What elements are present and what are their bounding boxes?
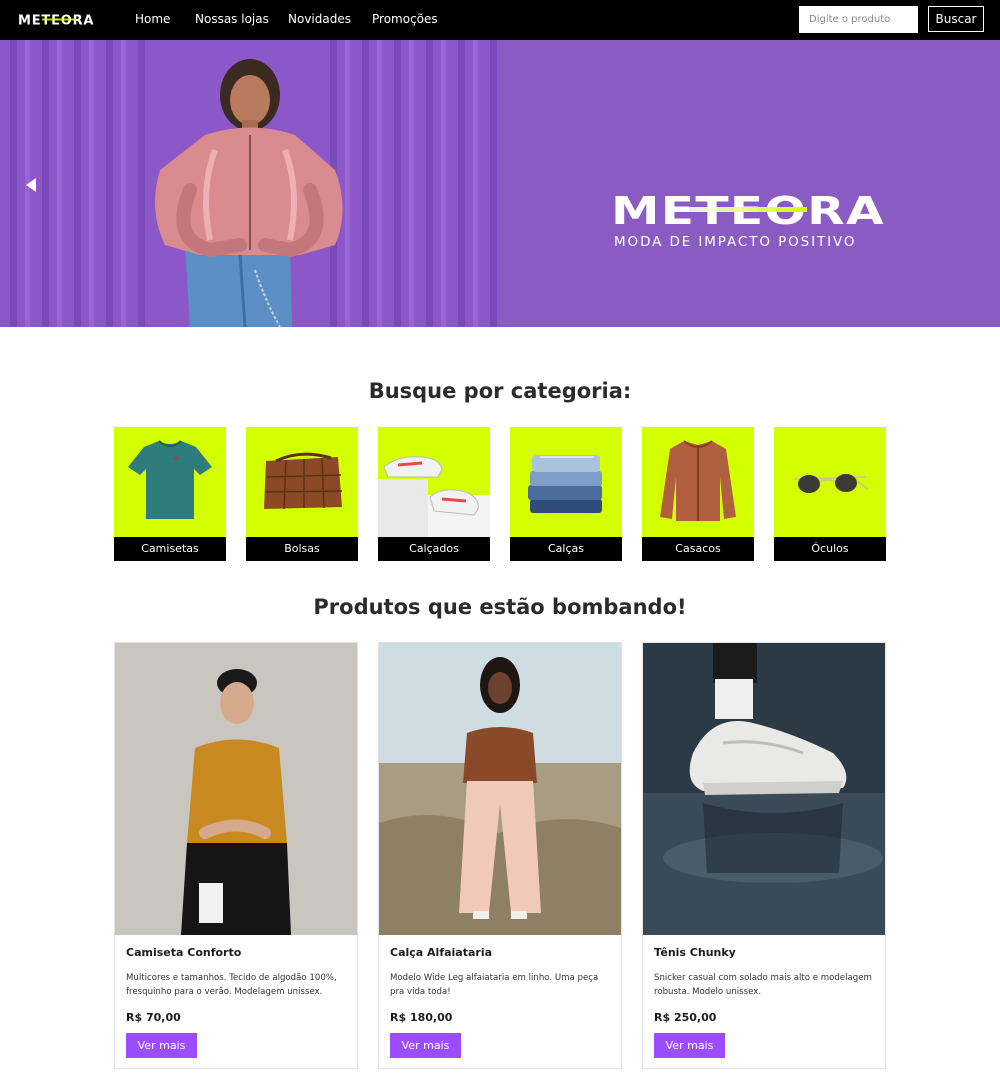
category-casacos[interactable]: Casacos — [642, 427, 754, 561]
category-label: Camisetas — [114, 537, 226, 561]
category-camisetas[interactable]: Camisetas — [114, 427, 226, 561]
product-photo — [379, 643, 621, 935]
ver-mais-button[interactable]: Ver mais — [126, 1033, 197, 1058]
category-label: Calçados — [378, 537, 490, 561]
nav-link-promocoes[interactable]: Promoções — [372, 12, 438, 26]
product-name: Calça Alfaiataria — [390, 946, 493, 959]
bag-icon — [246, 427, 358, 537]
jacket-icon — [642, 427, 754, 537]
products-title: Produtos que estão bombando! — [313, 595, 687, 619]
category-bolsas[interactable]: Bolsas — [246, 427, 358, 561]
category-label: Óculos — [774, 537, 886, 561]
top-navbar: METEORA Home Nossas lojas Novidades Prom… — [0, 0, 1000, 40]
category-calcados[interactable]: Calçados — [378, 427, 490, 561]
category-calcas[interactable]: Calças — [510, 427, 622, 561]
category-oculos[interactable]: Óculos — [774, 427, 886, 561]
category-label: Calças — [510, 537, 622, 561]
product-card-camiseta-conforto: Camiseta Conforto Multicores e tamanhos.… — [114, 642, 358, 1069]
category-label: Casacos — [642, 537, 754, 561]
product-price: R$ 250,00 — [654, 1011, 717, 1024]
hero-banner: METEORA MODA DE IMPACTO POSITIVO — [0, 40, 1000, 327]
product-card-calca-alfaiataria: Calça Alfaiataria Modelo Wide Leg alfaia… — [378, 642, 622, 1069]
nav-link-home[interactable]: Home — [135, 12, 170, 26]
nav-link-novidades[interactable]: Novidades — [288, 12, 351, 26]
product-price: R$ 180,00 — [390, 1011, 453, 1024]
tshirt-icon — [114, 427, 226, 537]
product-description: Snicker casual com solado mais alto e mo… — [654, 973, 872, 997]
meteora-logo[interactable]: METEORA — [18, 12, 106, 28]
product-name: Tênis Chunky — [654, 946, 736, 959]
product-card-tenis-chunky: Tênis Chunky Snicker casual com solado m… — [642, 642, 886, 1069]
search-input[interactable] — [799, 6, 918, 33]
ver-mais-button[interactable]: Ver mais — [390, 1033, 461, 1058]
category-label: Bolsas — [246, 537, 358, 561]
search-button[interactable]: Buscar — [928, 6, 984, 32]
triangle-left-icon[interactable] — [24, 177, 38, 193]
product-price: R$ 70,00 — [126, 1011, 181, 1024]
sunglasses-icon — [774, 427, 886, 537]
product-photo — [643, 643, 885, 935]
nav-link-nossas-lojas[interactable]: Nossas lojas — [195, 12, 269, 26]
jeans-icon — [510, 427, 622, 537]
categories-title: Busque por categoria: — [368, 379, 632, 403]
hero-tagline: MODA DE IMPACTO POSITIVO — [614, 234, 857, 250]
product-description: Modelo Wide Leg alfaiataria em linho. Um… — [390, 973, 599, 997]
ver-mais-button[interactable]: Ver mais — [654, 1033, 725, 1058]
product-photo — [115, 643, 357, 935]
product-name: Camiseta Conforto — [126, 946, 242, 959]
hero-meteora-logo: METEORA — [611, 193, 884, 227]
product-description: Multicores e tamanhos. Tecido de algodão… — [126, 973, 337, 997]
sneaker-icon — [378, 427, 490, 537]
hero-model-photo — [0, 40, 500, 327]
